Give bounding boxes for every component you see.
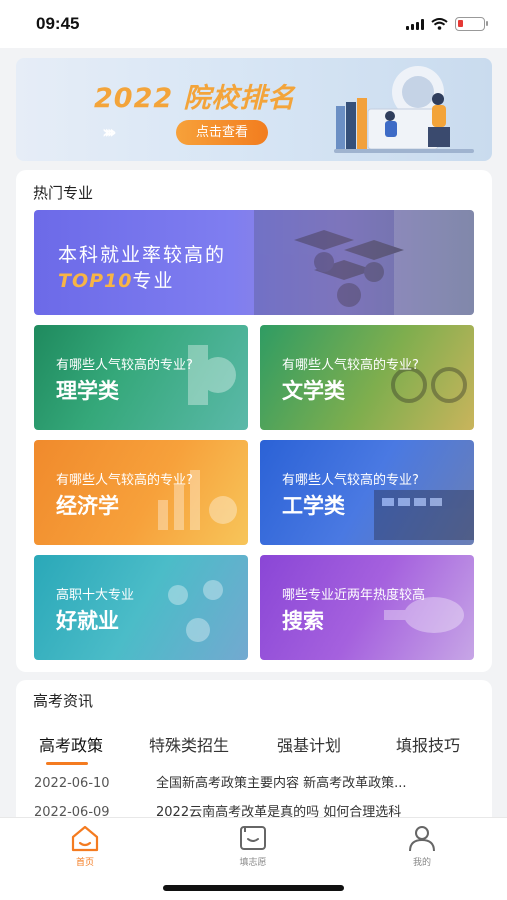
news-headline: 全国新高考政策主要内容 新高考改革政策... — [156, 776, 407, 791]
ranking-banner[interactable]: 2022 院校排名 ›››› 点击查看 — [16, 58, 492, 161]
top10-line2: TOP10专业 — [58, 266, 175, 293]
top10-majors-tile[interactable]: 本科就业率较高的 TOP10专业 — [34, 210, 474, 315]
tile-subtitle: 有哪些人气较高的专业? — [56, 358, 193, 373]
news-item[interactable]: 2022-06-10 全国新高考政策主要内容 新高考改革政策... — [34, 772, 474, 791]
top10-highlight: TOP10 — [58, 270, 133, 292]
wifi-icon — [431, 18, 448, 30]
view-ranking-button[interactable]: 点击查看 — [176, 120, 268, 145]
battery-icon — [455, 17, 488, 31]
graduates-photo — [254, 210, 474, 315]
tab-exam-policy[interactable]: 高考政策 — [39, 732, 103, 756]
tile-title: 理学类 — [56, 379, 119, 403]
tab-strong-foundation[interactable]: 强基计划 — [277, 732, 341, 756]
search-majors-tile[interactable]: 哪些专业近两年热度较高 搜索 — [260, 555, 474, 660]
tabbar-label: 我的 — [412, 858, 431, 868]
status-icons — [406, 17, 488, 31]
tabbar-profile[interactable]: 我的 — [392, 824, 452, 868]
literature-majors-tile[interactable]: 有哪些人气较高的专业? 文学类 — [260, 325, 474, 430]
tile-subtitle: 哪些专业近两年热度较高 — [282, 588, 426, 603]
status-bar: 09:45 — [0, 0, 507, 48]
fill-form-icon — [240, 826, 266, 850]
exam-news-card: 高考资讯 高考政策 特殊类招生 强基计划 填报技巧 2022-06-10 全国新高… — [16, 680, 492, 830]
tabbar-label: 首页 — [75, 858, 94, 868]
tab-application-tips[interactable]: 填报技巧 — [396, 732, 460, 756]
arrows-icon: ›››› — [102, 122, 117, 143]
home-indicator — [163, 885, 344, 891]
news-tabs: 高考政策 特殊类招生 强基计划 填报技巧 — [16, 732, 492, 762]
tile-title: 经济学 — [56, 494, 119, 518]
lab-photo — [188, 345, 236, 405]
business-icons-photo — [168, 580, 223, 642]
glasses-book-photo — [391, 367, 467, 403]
finance-chart-photo — [158, 470, 237, 530]
hot-majors-card: 热门专业 本科就业率较高的 TOP10专业 有哪些人气较高的专业? 理学类 有哪… — [16, 170, 492, 672]
economics-majors-tile[interactable]: 有哪些人气较高的专业? 经济学 — [34, 440, 248, 545]
top10-line1: 本科就业率较高的 — [58, 244, 227, 266]
study-illustration — [334, 66, 474, 153]
tile-title: 搜索 — [282, 609, 324, 633]
tabbar-label: 填志愿 — [239, 858, 267, 868]
home-icon — [71, 825, 99, 852]
tile-subtitle: 有哪些人气较高的专业? — [282, 473, 419, 488]
banner-title: 2022 院校排名 — [94, 83, 296, 114]
tile-title: 好就业 — [56, 609, 119, 633]
tabbar-fill-form[interactable]: 填志愿 — [223, 824, 283, 868]
tile-subtitle: 有哪些人气较高的专业? — [282, 358, 419, 373]
robot-hand-photo — [384, 597, 464, 633]
tab-special-admission[interactable]: 特殊类招生 — [149, 732, 229, 756]
hot-majors-title: 热门专业 — [33, 184, 94, 202]
top10-suffix: 专业 — [132, 270, 175, 292]
user-icon — [409, 826, 435, 852]
employment-majors-tile[interactable]: 高职十大专业 好就业 — [34, 555, 248, 660]
active-tab-indicator — [46, 762, 88, 765]
tile-title: 文学类 — [282, 379, 345, 403]
signal-icon — [406, 18, 424, 30]
exam-news-title: 高考资讯 — [33, 692, 94, 710]
science-majors-tile[interactable]: 有哪些人气较高的专业? 理学类 — [34, 325, 248, 430]
tabbar-home[interactable]: 首页 — [55, 824, 115, 868]
keyboard-photo — [374, 490, 474, 540]
tile-subtitle: 高职十大专业 — [56, 588, 135, 603]
status-time: 09:45 — [36, 14, 80, 33]
tile-subtitle: 有哪些人气较高的专业? — [56, 473, 193, 488]
tile-title: 工学类 — [282, 494, 345, 518]
engineering-majors-tile[interactable]: 有哪些人气较高的专业? 工学类 — [260, 440, 474, 545]
news-date: 2022-06-10 — [34, 776, 110, 791]
